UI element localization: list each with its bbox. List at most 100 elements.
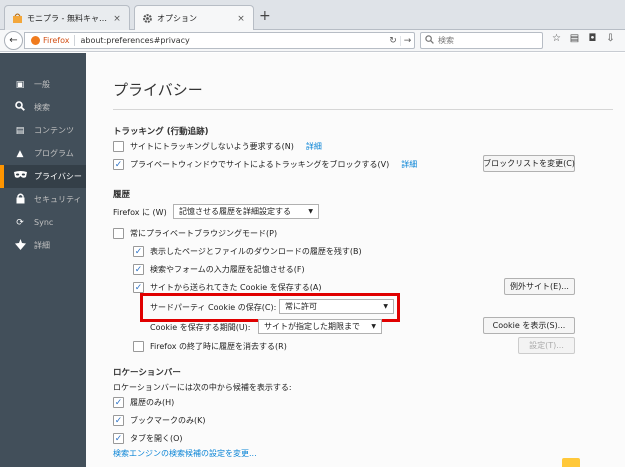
divider	[113, 109, 613, 110]
suggest-history-label[interactable]: 履歴のみ(H)	[130, 397, 174, 408]
private-tracking-learn-more-link[interactable]: 詳細	[401, 159, 417, 170]
sidebar-item-label: プライバシー	[34, 172, 82, 181]
search-icon	[425, 34, 434, 47]
tab-monipla[interactable]: モニプラ - 無料キャンペーン... ×	[4, 5, 130, 31]
sidebar-item-applications[interactable]: ▲ プログラム	[0, 142, 86, 165]
suggest-bookmarks-row: ✓ ブックマークのみ(K)	[113, 415, 206, 426]
cookie-exceptions-button[interactable]: 例外サイト(E)...	[504, 278, 575, 295]
do-not-track-label[interactable]: サイトにトラッキングしないよう要求する(N)	[130, 141, 294, 152]
history-heading: 履歴	[113, 190, 131, 200]
location-bar-description: ロケーションバーには次の中から候補を表示する:	[113, 383, 292, 392]
tab-options[interactable]: オプション ×	[134, 5, 254, 31]
suggest-history-row: ✓ 履歴のみ(H)	[113, 397, 174, 408]
change-blocklist-button[interactable]: ブロックリストを変更(C)	[483, 155, 575, 172]
keep-until-value: サイトが指定した期限まで	[264, 322, 360, 331]
suggest-history-checkbox[interactable]: ✓	[113, 397, 124, 408]
sidebar-item-content[interactable]: ▤ コンテンツ	[0, 119, 86, 142]
history-mode-label: Firefox に (W)	[113, 208, 167, 217]
bag-icon	[11, 13, 23, 25]
always-private-checkbox[interactable]: ✓	[113, 228, 124, 239]
new-tab-button[interactable]: +	[259, 9, 271, 23]
search-icon	[12, 101, 28, 114]
advanced-icon	[12, 238, 28, 253]
private-tracking-label[interactable]: プライベートウィンドウでサイトによるトラッキングをブロックする(V)	[130, 159, 389, 170]
identity-badge[interactable]: Firefox	[25, 36, 69, 45]
suggest-open-tabs-label[interactable]: タブを開く(O)	[130, 433, 183, 444]
url-bar[interactable]: Firefox about:preferences#privacy ↻ →	[24, 32, 415, 49]
gear-icon	[141, 13, 153, 25]
do-not-track-row: ✓ サイトにトラッキングしないよう要求する(N) 詳細	[113, 141, 322, 152]
remember-search-label[interactable]: 検索やフォームの入力履歴を記憶させる(F)	[150, 264, 305, 275]
tab-strip: モニプラ - 無料キャンペーン... × オプション × +	[0, 0, 625, 31]
remember-browsing-checkbox[interactable]: ✓	[133, 246, 144, 257]
page-title: プライバシー	[113, 81, 203, 99]
go-icon[interactable]: →	[400, 35, 414, 46]
highlight-box	[140, 293, 400, 322]
accept-cookies-label[interactable]: サイトから送られてきた Cookie を保存する(A)	[150, 282, 321, 293]
firefox-icon	[31, 36, 40, 45]
private-tracking-checkbox[interactable]: ✓	[113, 159, 124, 170]
reload-icon[interactable]: ↻	[386, 36, 400, 46]
remember-browsing-label[interactable]: 表示したページとファイルのダウンロードの履歴を残す(B)	[150, 246, 362, 257]
divider	[74, 35, 76, 46]
navigation-toolbar: ← Firefox about:preferences#privacy ↻ → …	[0, 30, 625, 52]
sidebar-item-label: 一般	[34, 80, 50, 89]
url-text[interactable]: about:preferences#privacy	[80, 36, 386, 45]
remember-search-checkbox[interactable]: ✓	[133, 264, 144, 275]
tab-title: モニプラ - 無料キャンペーン...	[27, 14, 111, 23]
keep-until-select[interactable]: サイトが指定した期限まで ▼	[258, 319, 382, 334]
remember-browsing-row: ✓ 表示したページとファイルのダウンロードの履歴を残す(B)	[133, 246, 362, 257]
content-icon: ▤	[15, 125, 25, 136]
reading-list-icon[interactable]: ▤	[568, 33, 581, 44]
sidebar-item-privacy[interactable]: プライバシー	[0, 165, 86, 188]
sidebar-item-label: プログラム	[34, 149, 74, 158]
history-mode-value: 記憶させる履歴を詳細設定する	[179, 207, 291, 216]
sidebar-item-sync[interactable]: ⟳ Sync	[0, 211, 86, 234]
sidebar-item-general[interactable]: ▣ 一般	[0, 73, 86, 96]
search-suggestions-link[interactable]: 検索エンジンの検索候補の設定を変更...	[113, 448, 257, 459]
history-mode-select[interactable]: 記憶させる履歴を詳細設定する ▼	[173, 204, 319, 219]
sidebar-item-label: 詳細	[34, 241, 50, 250]
sidebar-item-label: Sync	[34, 218, 54, 227]
suggest-bookmarks-label[interactable]: ブックマークのみ(K)	[130, 415, 206, 426]
chevron-down-icon: ▼	[308, 208, 313, 215]
chevron-down-icon: ▼	[371, 323, 376, 330]
toolbar-icons: ☆ ▤ ◘ ⇩ ≡	[550, 33, 625, 44]
pocket-icon[interactable]: ◘	[586, 33, 599, 44]
lock-icon	[12, 193, 28, 207]
back-button[interactable]: ←	[4, 31, 23, 50]
search-input[interactable]: 検索	[420, 32, 543, 49]
close-icon[interactable]: ×	[235, 14, 247, 24]
identity-label: Firefox	[43, 36, 70, 45]
clear-on-close-label[interactable]: Firefox の終了時に履歴を消去する(R)	[150, 341, 287, 352]
do-not-track-checkbox[interactable]: ✓	[113, 141, 124, 152]
sidebar-item-advanced[interactable]: 詳細	[0, 234, 86, 257]
search-placeholder: 検索	[438, 36, 454, 45]
sidebar: ▣ 一般 検索 ▤ コンテンツ ▲ プログラム プライバシー セキュリティ ⟳ …	[0, 53, 86, 467]
suggest-bookmarks-checkbox[interactable]: ✓	[113, 415, 124, 426]
remember-search-row: ✓ 検索やフォームの入力履歴を記憶させる(F)	[133, 264, 305, 275]
clear-on-close-row: ✓ Firefox の終了時に履歴を消去する(R)	[133, 341, 287, 352]
applications-icon: ▲	[16, 148, 24, 159]
suggest-open-tabs-checkbox[interactable]: ✓	[113, 433, 124, 444]
sidebar-item-security[interactable]: セキュリティ	[0, 188, 86, 211]
sidebar-item-label: コンテンツ	[34, 126, 74, 135]
always-private-label[interactable]: 常にプライベートブラウジングモード(P)	[130, 228, 277, 239]
star-icon[interactable]: ☆	[550, 33, 563, 44]
clear-settings-button[interactable]: 設定(T)...	[518, 337, 575, 354]
general-icon: ▣	[15, 79, 25, 90]
clear-on-close-checkbox[interactable]: ✓	[133, 341, 144, 352]
close-icon[interactable]: ×	[111, 14, 123, 24]
private-tracking-row: ✓ プライベートウィンドウでサイトによるトラッキングをブロックする(V) 詳細	[113, 159, 417, 170]
accept-cookies-checkbox[interactable]: ✓	[133, 282, 144, 293]
download-icon[interactable]: ⇩	[604, 33, 617, 44]
sidebar-item-label: 検索	[34, 103, 50, 112]
suggest-open-tabs-row: ✓ タブを開く(O)	[113, 433, 183, 444]
sync-icon: ⟳	[16, 217, 24, 228]
sidebar-item-label: セキュリティ	[34, 195, 82, 204]
always-private-row: ✓ 常にプライベートブラウジングモード(P)	[113, 228, 277, 239]
sidebar-item-search[interactable]: 検索	[0, 96, 86, 119]
scroll-indicator	[562, 458, 580, 467]
show-cookies-button[interactable]: Cookie を表示(S)...	[483, 317, 575, 334]
do-not-track-learn-more-link[interactable]: 詳細	[306, 141, 322, 152]
